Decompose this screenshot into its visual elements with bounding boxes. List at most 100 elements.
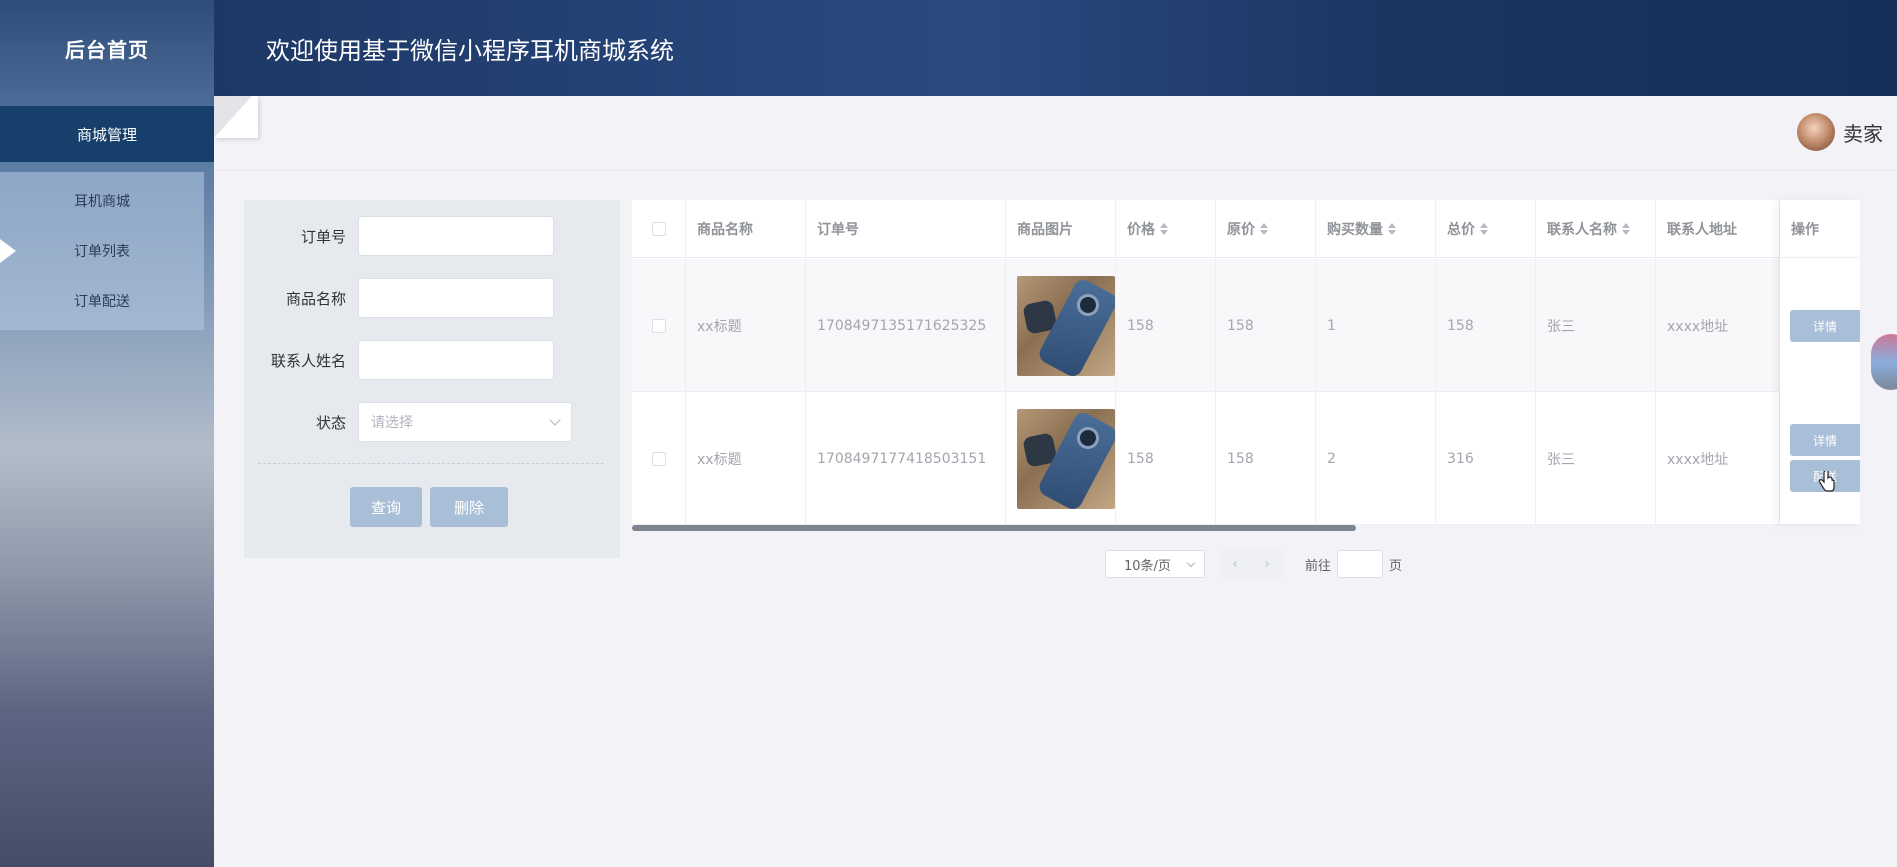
query-button[interactable]: 查询 — [350, 487, 422, 527]
column-label: 商品名称 — [697, 222, 753, 238]
sidebar-item-label: 订单列表 — [74, 244, 130, 260]
product-name-label: 商品名称 — [285, 289, 346, 308]
select-all-checkbox[interactable] — [651, 222, 666, 236]
goto-label: 前往 — [1305, 558, 1332, 574]
sidebar-logo[interactable]: 后台首页 — [0, 0, 214, 96]
row-checkbox[interactable] — [651, 451, 666, 466]
user-menu[interactable]: 卖家 — [1797, 113, 1883, 151]
row-select-cell — [632, 259, 686, 392]
cell-original-price: 158 — [1216, 259, 1316, 392]
delete-button[interactable]: 删除 — [430, 487, 508, 527]
product-image[interactable] — [1017, 275, 1115, 376]
sidebar-item-earphone-mall[interactable]: 耳机商城 — [0, 176, 204, 226]
form-divider — [258, 463, 604, 464]
sidebar-item-order-list[interactable]: 订单列表 — [0, 226, 204, 276]
contact-name-label: 联系人姓名 — [270, 351, 346, 370]
column-label: 购买数量 — [1327, 222, 1383, 238]
cell-contact-name: 张三 — [1536, 392, 1656, 525]
column-header-total[interactable]: 总价 — [1436, 200, 1536, 258]
sort-icon[interactable] — [1480, 223, 1488, 235]
table-row: xx标题 1708497177418503151 158 158 2 316 张… — [632, 392, 1860, 525]
chevron-right-icon: › — [1264, 556, 1270, 572]
collapse-toggle-icon[interactable] — [214, 96, 258, 138]
column-header-contact-name[interactable]: 联系人名称 — [1536, 200, 1656, 258]
sort-icon[interactable] — [1388, 223, 1396, 235]
page-unit-label: 页 — [1389, 558, 1403, 574]
pagination: 10条/页 ‹ › 前往 页 — [1105, 550, 1402, 578]
column-label: 订单号 — [817, 222, 859, 238]
cell-product-name: xx标题 — [686, 392, 806, 525]
column-header-price[interactable]: 价格 — [1116, 200, 1216, 258]
column-header-contact-address: 联系人地址 — [1656, 200, 1780, 258]
hand-cursor-icon — [1818, 471, 1835, 492]
prev-page-button[interactable]: ‹ — [1219, 550, 1251, 578]
cell-total: 316 — [1436, 392, 1536, 525]
column-header-product-image: 商品图片 — [1006, 200, 1116, 258]
header-title: 欢迎使用基于微信小程序耳机商城系统 — [266, 36, 674, 65]
detail-button[interactable]: 详情 — [1790, 310, 1860, 342]
divider — [214, 170, 1897, 171]
cell-original-price: 158 — [1216, 392, 1316, 525]
cell-product-image — [1006, 259, 1116, 392]
order-table: 商品名称 订单号 商品图片 价格 原价 购买数量 总价 联系人名称 联系人地址 … — [632, 200, 1860, 525]
chevron-down-icon — [549, 414, 561, 426]
sidebar-item-order-delivery[interactable]: 订单配送 — [0, 276, 204, 326]
table-row: xx标题 1708497135171625325 158 158 1 158 张… — [632, 259, 1860, 392]
sidebar: 后台首页 商城管理 耳机商城 订单列表 订单配送 — [0, 0, 214, 867]
cell-price: 158 — [1116, 392, 1216, 525]
page-size-select[interactable]: 10条/页 — [1105, 550, 1205, 578]
goto-page-input[interactable] — [1337, 550, 1384, 578]
order-no-input[interactable] — [358, 216, 554, 256]
sort-icon[interactable] — [1160, 223, 1168, 235]
next-page-button[interactable]: › — [1251, 550, 1283, 578]
form-row-product-name: 商品名称 — [244, 278, 620, 318]
cell-contact-name: 张三 — [1536, 259, 1656, 392]
form-row-order-no: 订单号 — [244, 216, 620, 256]
row-checkbox[interactable] — [651, 318, 666, 333]
row-select-cell — [632, 392, 686, 525]
form-row-status: 状态 请选择 — [244, 402, 620, 442]
column-label: 总价 — [1447, 222, 1475, 238]
floating-assistant-icon[interactable] — [1871, 334, 1897, 390]
chevron-down-icon — [1186, 558, 1196, 567]
form-row-contact-name: 联系人姓名 — [244, 340, 620, 380]
select-all-cell — [632, 200, 686, 258]
product-name-input[interactable] — [358, 278, 554, 318]
cell-quantity: 2 — [1316, 392, 1436, 525]
cell-product-name: xx标题 — [686, 259, 806, 392]
column-label: 联系人地址 — [1667, 222, 1737, 238]
search-panel: 订单号 商品名称 联系人姓名 状态 请选择 查询 删除 — [244, 200, 620, 558]
cell-product-image — [1006, 392, 1116, 525]
horizontal-scrollbar[interactable] — [632, 525, 1356, 531]
active-indicator-icon — [0, 239, 16, 263]
column-header-product-name: 商品名称 — [686, 200, 806, 258]
cell-total: 158 — [1436, 259, 1536, 392]
column-label: 价格 — [1127, 222, 1155, 238]
status-label: 状态 — [315, 413, 346, 432]
avatar[interactable] — [1797, 113, 1835, 151]
column-header-quantity[interactable]: 购买数量 — [1316, 200, 1436, 258]
cell-order-no: 1708497177418503151 — [806, 392, 1006, 525]
header: 欢迎使用基于微信小程序耳机商城系统 — [214, 0, 1897, 96]
status-placeholder: 请选择 — [371, 415, 413, 431]
status-select[interactable]: 请选择 — [358, 402, 572, 442]
column-header-actions: 操作 — [1780, 200, 1860, 258]
menu-group-mall-management[interactable]: 商城管理 — [0, 106, 214, 162]
contact-name-input[interactable] — [358, 340, 554, 380]
sort-icon[interactable] — [1622, 223, 1630, 235]
column-label: 联系人名称 — [1547, 222, 1617, 238]
detail-button[interactable]: 详情 — [1790, 424, 1860, 456]
cell-contact-address: xxxx地址 — [1656, 259, 1780, 392]
column-header-original-price[interactable]: 原价 — [1216, 200, 1316, 258]
sort-icon[interactable] — [1260, 223, 1268, 235]
order-no-label: 订单号 — [300, 227, 346, 246]
cell-quantity: 1 — [1316, 259, 1436, 392]
column-label: 商品图片 — [1017, 222, 1073, 238]
column-label: 原价 — [1227, 222, 1255, 238]
product-image[interactable] — [1017, 408, 1115, 509]
column-header-order-no: 订单号 — [806, 200, 1006, 258]
user-name[interactable]: 卖家 — [1843, 118, 1883, 147]
cell-order-no: 1708497135171625325 — [806, 259, 1006, 392]
sidebar-item-label: 订单配送 — [74, 294, 130, 310]
table-header: 商品名称 订单号 商品图片 价格 原价 购买数量 总价 联系人名称 联系人地址 — [632, 200, 1860, 258]
